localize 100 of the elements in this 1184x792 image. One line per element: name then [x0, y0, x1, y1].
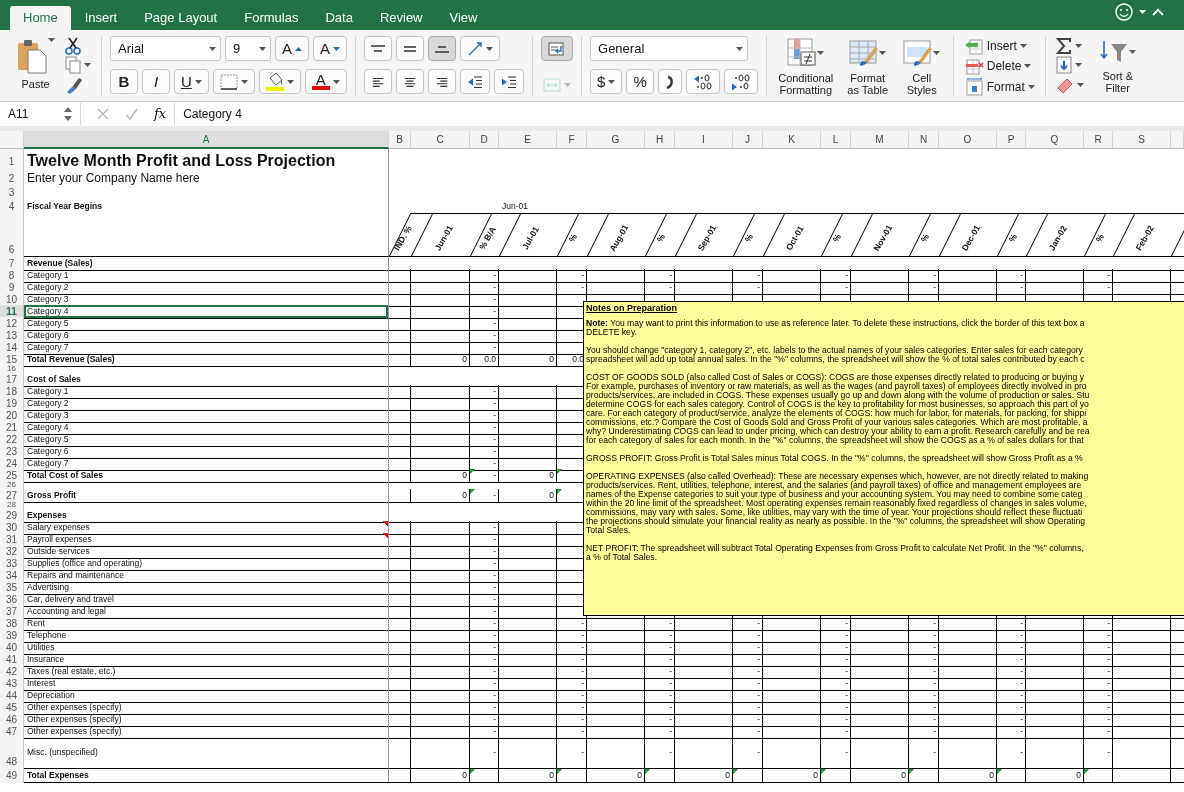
sort-filter-button[interactable]: Sort & Filter — [1091, 36, 1144, 96]
row-number[interactable]: 48 — [0, 737, 24, 769]
font-size-dropdown[interactable]: 9 — [225, 36, 271, 61]
decrease-decimal-button[interactable] — [723, 69, 758, 94]
row-number[interactable]: 4 — [0, 199, 24, 213]
row-number[interactable]: 3 — [0, 186, 24, 199]
collapse-ribbon-icon[interactable] — [1152, 7, 1164, 17]
ribbon-tab[interactable]: Data — [312, 6, 366, 30]
borders-button[interactable] — [212, 69, 255, 94]
column-header[interactable]: M — [851, 131, 909, 149]
decrease-indent-button[interactable] — [460, 69, 491, 94]
smiley-icon[interactable] — [1115, 3, 1133, 21]
spinner-arrows-icon[interactable] — [64, 107, 72, 121]
grow-font-button[interactable]: A — [275, 36, 309, 61]
caret-icon — [259, 46, 266, 51]
number-format-dropdown[interactable]: General — [590, 36, 749, 61]
align-left-button[interactable] — [364, 69, 393, 94]
fill-color-button[interactable] — [258, 69, 301, 94]
column-header[interactable]: O — [939, 131, 997, 149]
table-cell — [499, 617, 557, 631]
column-header[interactable]: D — [470, 131, 499, 149]
ribbon-tab[interactable]: View — [436, 6, 491, 30]
styles-button[interactable]: Conditional Formatting — [774, 36, 837, 96]
note-paragraph: You should change "category 1, category 2", etc. labels to the actual names of your sales categories. Enter sales for each category spreadsheet will add up total annual sales. In the "%" columns, the spreadsheet will show the % of total sales contributed by each c — [586, 346, 1086, 364]
column-header[interactable]: F — [557, 131, 587, 149]
italic-button[interactable]: I — [142, 69, 170, 94]
note-paragraph: Note: You may want to print this information to use as reference later. To delete these instructions, click the border of this text box a DELETE key. — [586, 319, 1086, 337]
table-cell — [389, 737, 411, 769]
column-header[interactable]: K — [763, 131, 821, 149]
orientation-button[interactable] — [460, 36, 501, 61]
increase-decimal-button[interactable] — [685, 69, 720, 94]
styles-button[interactable]: Cell Styles — [898, 36, 945, 96]
insert-function-button[interactable]: fx — [146, 104, 175, 124]
table-cell: - — [470, 737, 499, 769]
font-color-button[interactable]: A — [304, 69, 347, 94]
column-header[interactable]: B — [389, 131, 411, 149]
row-number[interactable]: 6 — [0, 213, 24, 257]
align-top-button[interactable] — [364, 36, 393, 61]
table-cell — [389, 353, 411, 367]
table-cell — [389, 489, 411, 503]
ribbon-tab[interactable]: Insert — [71, 6, 131, 30]
table-cell: - — [1084, 701, 1113, 715]
table-cell — [389, 269, 411, 283]
table-cell: - — [470, 653, 499, 667]
paste-button[interactable]: Paste — [14, 36, 57, 96]
row-label: Advertising — [24, 581, 389, 595]
column-header[interactable]: I — [675, 131, 733, 149]
column-header[interactable]: N — [909, 131, 939, 149]
wrap-text-icon — [548, 40, 567, 57]
column-header[interactable]: L — [821, 131, 851, 149]
styles-button[interactable]: Format as Table — [842, 36, 893, 96]
align-middle-button[interactable] — [396, 36, 425, 61]
table-cell — [763, 269, 821, 283]
table-cell: - — [997, 269, 1026, 283]
ribbon-tab[interactable]: Home — [10, 6, 71, 30]
table-cell: - — [470, 569, 499, 583]
shrink-font-button[interactable]: A — [313, 36, 348, 61]
caret-icon[interactable] — [1139, 10, 1146, 14]
table-cell — [939, 737, 997, 769]
cells-button[interactable]: Format — [961, 77, 1037, 96]
cells-button[interactable]: Delete — [961, 56, 1037, 76]
align-right-button[interactable] — [428, 69, 457, 94]
ribbon-tab[interactable]: Page Layout — [131, 6, 231, 30]
currency-button[interactable]: $ — [590, 69, 623, 94]
bold-button[interactable]: B — [110, 69, 138, 94]
table-cell: - — [557, 689, 587, 703]
table-cell: - — [557, 617, 587, 631]
column-header[interactable]: G — [587, 131, 645, 149]
wrap-text-button[interactable] — [541, 36, 574, 61]
column-header[interactable]: E — [499, 131, 557, 149]
column-header[interactable]: R — [1084, 131, 1113, 149]
percent-button[interactable]: % — [626, 69, 654, 94]
row-label: Outside services — [24, 545, 389, 559]
column-header[interactable]: S — [1113, 131, 1171, 149]
table-cell — [389, 305, 411, 319]
cells-button[interactable]: Insert — [961, 36, 1037, 55]
name-box[interactable]: A11 — [0, 102, 64, 126]
comma-style-button[interactable] — [657, 69, 682, 94]
underline-button[interactable]: U — [174, 69, 209, 94]
column-header[interactable]: A — [24, 131, 389, 149]
column-header[interactable]: J — [733, 131, 763, 149]
align-bottom-button[interactable] — [428, 36, 457, 61]
ribbon-tab[interactable]: Formulas — [231, 6, 312, 30]
column-header[interactable]: Q — [1026, 131, 1084, 149]
table-cell — [939, 713, 997, 727]
table-cell — [499, 725, 557, 739]
font-name-dropdown[interactable]: Arial — [110, 36, 221, 61]
table-cell: - — [997, 725, 1026, 739]
column-header[interactable]: P — [997, 131, 1026, 149]
formula-input[interactable]: Category 4 — [175, 102, 1184, 126]
row-number[interactable]: 49 — [0, 769, 24, 783]
column-header[interactable]: H — [645, 131, 675, 149]
align-center-button[interactable] — [396, 69, 425, 94]
column-header[interactable]: C — [411, 131, 470, 149]
table-cell: - — [997, 617, 1026, 631]
increase-indent-button[interactable] — [494, 69, 525, 94]
merge-cells-icon — [543, 77, 562, 92]
table-cell: - — [557, 281, 587, 295]
ribbon-tab[interactable]: Review — [366, 6, 436, 30]
table-cell: - — [733, 689, 763, 703]
